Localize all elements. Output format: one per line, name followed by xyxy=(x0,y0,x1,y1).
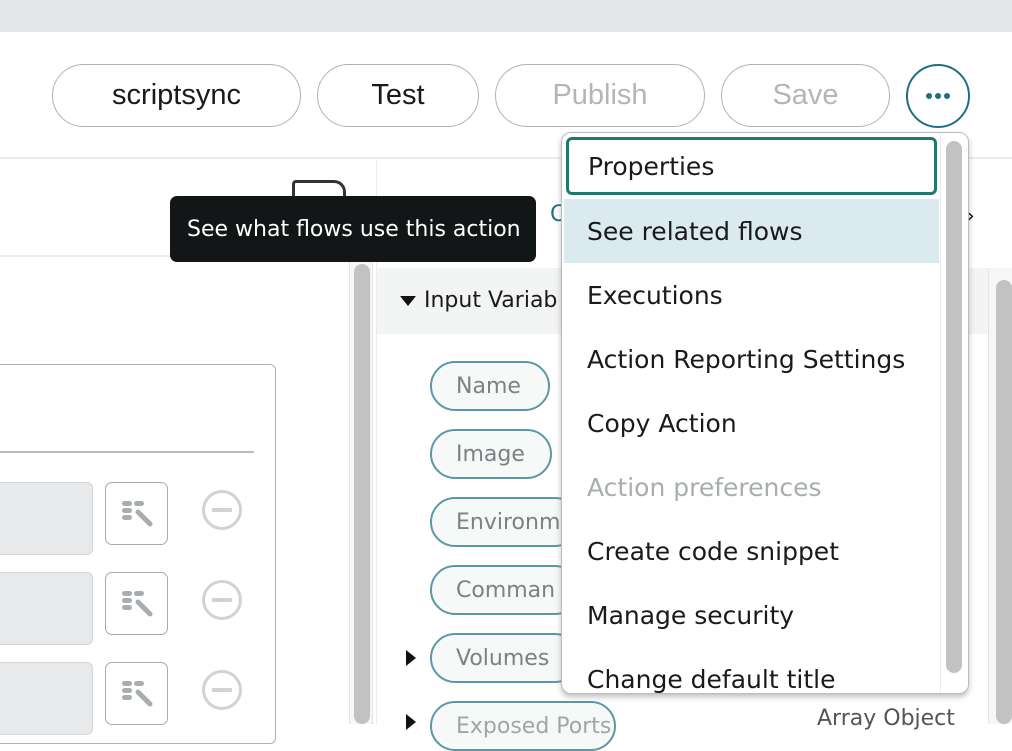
caret-right-icon[interactable] xyxy=(406,714,416,730)
variable-picker-icon xyxy=(122,591,153,617)
variable-picker-icon xyxy=(122,501,153,527)
value-field[interactable] xyxy=(0,572,93,645)
caret-down-icon xyxy=(400,295,416,306)
ellipsis-icon xyxy=(926,93,950,99)
menu-item-change-default-title[interactable]: Change default title xyxy=(564,647,939,694)
menu-item-copy-action[interactable]: Copy Action xyxy=(564,391,939,455)
variable-pill-exposed-ports[interactable]: Exposed Ports xyxy=(430,701,616,751)
test-button[interactable]: Test xyxy=(317,64,479,127)
scriptsync-button[interactable]: scriptsync xyxy=(52,64,301,127)
menu-item-create-code-snippet[interactable]: Create code snippet xyxy=(564,519,939,583)
variable-type-label: Array Object xyxy=(817,706,955,731)
publish-button[interactable]: Publish xyxy=(495,64,705,127)
variable-pill-volumes[interactable]: Volumes xyxy=(430,633,580,683)
right-scrollbar-thumb[interactable] xyxy=(996,280,1012,724)
remove-row-button[interactable] xyxy=(202,580,242,620)
input-variables-toggle[interactable]: Input Variab xyxy=(400,288,557,313)
variable-pill-environment[interactable]: Environm xyxy=(430,497,580,547)
remove-row-button[interactable] xyxy=(202,670,242,710)
variable-pill-name[interactable]: Name xyxy=(430,361,550,411)
variable-pill-command[interactable]: Comman xyxy=(430,565,580,615)
save-button[interactable]: Save xyxy=(721,64,890,127)
top-banner xyxy=(0,0,1012,32)
menu-item-manage-security[interactable]: Manage security xyxy=(564,583,939,647)
value-field[interactable] xyxy=(0,662,93,735)
variable-picker-button[interactable] xyxy=(105,662,168,725)
menu-item-action-reporting-settings[interactable]: Action Reporting Settings xyxy=(564,327,939,391)
left-scrollbar-thumb[interactable] xyxy=(354,264,370,724)
menu-scrollbar-thumb[interactable] xyxy=(946,141,962,673)
variable-picker-icon xyxy=(122,681,153,707)
variable-picker-button[interactable] xyxy=(105,482,168,545)
variable-picker-button[interactable] xyxy=(105,572,168,635)
menu-item-properties[interactable]: Properties xyxy=(566,137,937,195)
section-title: Input Variab xyxy=(424,288,558,313)
menu-item-action-preferences: Action preferences xyxy=(587,472,822,502)
more-options-menu: Properties See related flows Executions … xyxy=(561,132,969,694)
caret-right-icon[interactable] xyxy=(406,650,416,666)
more-options-button[interactable] xyxy=(906,64,970,128)
menu-item-see-related-flows[interactable]: See related flows xyxy=(564,199,939,263)
related-flows-tooltip: See what flows use this action xyxy=(170,196,536,262)
remove-row-button[interactable] xyxy=(202,490,242,530)
variable-pill-image[interactable]: Image xyxy=(430,429,552,479)
menu-item-executions[interactable]: Executions xyxy=(564,263,939,327)
card-divider xyxy=(0,451,254,453)
value-field[interactable] xyxy=(0,482,93,555)
